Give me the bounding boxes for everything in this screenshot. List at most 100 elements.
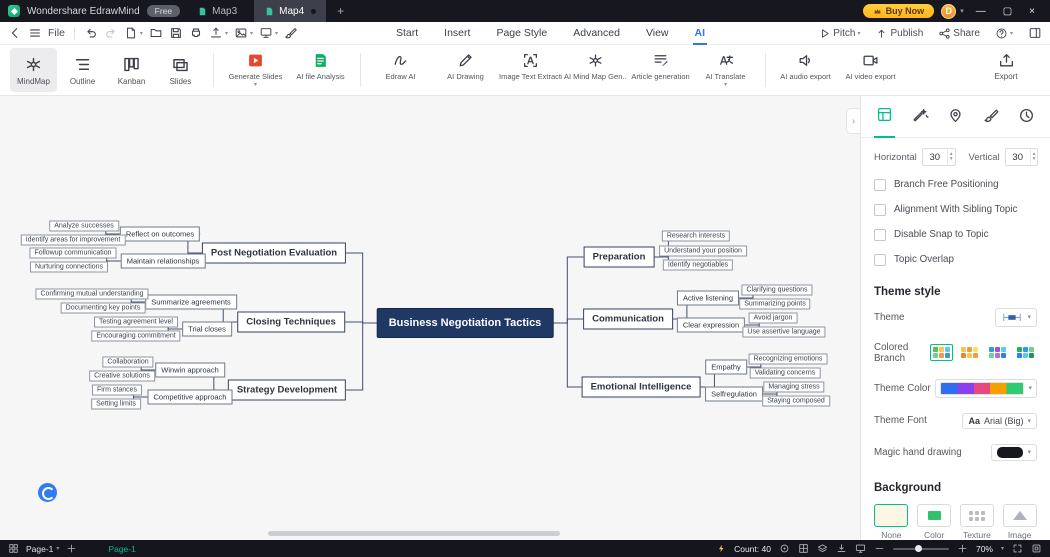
mindmap-node-confirming[interactable]: Confirming mutual understanding [35,288,149,300]
open-file-icon[interactable] [149,26,163,40]
checkbox-row-alignment-with-sibling-topic[interactable]: Alignment With Sibling Topic [861,197,1050,222]
mindmap-node-competitive[interactable]: Competitive approach [147,389,233,405]
download-icon[interactable] [836,543,847,554]
format-painter-icon[interactable] [284,26,298,40]
pitch-button[interactable]: Pitch ▾ [818,27,860,40]
mindmap-node-trial[interactable]: Trial closes [182,321,232,337]
checkbox[interactable] [874,203,886,216]
edraw-ai-button[interactable]: Edraw AI [368,47,433,93]
undo-icon[interactable] [84,26,98,40]
doc-tab-map4[interactable]: Map4 [254,0,327,22]
file-menu[interactable]: File [48,27,65,39]
avatar[interactable]: D [941,3,957,19]
mindmap-node-prep[interactable]: Preparation [583,246,655,268]
zoom-out-button[interactable] [874,543,885,554]
mindmap-node-validating[interactable]: Validating concerns [749,367,821,379]
back-icon[interactable] [8,26,22,40]
mindmap-node-creative[interactable]: Creative solutions [89,370,155,382]
mindmap-node-encouraging[interactable]: Encouraging commitment [91,330,181,342]
zoom-level[interactable]: 70% [976,544,993,554]
zoom-slider-thumb[interactable] [914,545,922,552]
colored-branch-option-2[interactable] [958,344,981,361]
ai-audio-export-button[interactable]: AI audio export [773,47,838,93]
checkbox[interactable] [874,228,886,241]
checkbox[interactable] [874,253,886,266]
mindmap-node-ct[interactable]: Closing Techniques [237,311,345,333]
fullscreen-icon[interactable] [1031,543,1042,554]
panel-collapse-button[interactable]: › [846,108,860,134]
colored-branch-option-1[interactable] [930,344,953,361]
mindmap-node-understand[interactable]: Understand your position [659,245,747,257]
mindmap-node-jargon[interactable]: Avoid jargon [748,312,798,324]
active-page-indicator[interactable]: Page-1 [108,544,135,554]
mindmap-node-summarize[interactable]: Summarize agreements [145,294,237,310]
theme-font-dropdown[interactable]: Aa Arial (Big) ▾ [962,412,1037,429]
history-panel-tab[interactable] [1016,107,1037,137]
chevron-down-icon[interactable]: ▾ [960,7,964,15]
mindmap-node-analyze[interactable]: Analyze successes [49,220,119,232]
mindmap-node-iafi[interactable]: Identify areas for improvement [20,234,126,246]
zoom-in-button[interactable] [957,543,968,554]
checkbox[interactable] [874,178,886,191]
mindmap-node-pne[interactable]: Post Negotiation Evaluation [201,242,347,264]
publish-button[interactable]: Publish [875,27,923,40]
mindmap-node-testing[interactable]: Testing agreement level [94,316,178,328]
mindmap-node-central[interactable]: Business Negotiation Tactics [376,308,554,338]
article-generation-button[interactable]: Article generation [628,47,693,93]
checkbox-row-topic-overlap[interactable]: Topic Overlap [861,247,1050,272]
mindmap-node-empathy[interactable]: Empathy [705,359,747,375]
buy-now-button[interactable]: Buy Now [862,4,935,18]
mindmap-node-clarifying[interactable]: Clarifying questions [741,284,813,296]
ai-mind-map-generation-button[interactable]: AI Mind Map Gen... [563,47,628,93]
magic-hand-dropdown[interactable]: ▾ [991,443,1037,461]
page-thumbnails-icon[interactable] [8,543,19,554]
background-option-image[interactable]: Image [1002,504,1037,540]
help-button[interactable]: ▾ [995,27,1013,40]
mindmap-node-documenting[interactable]: Documenting key points [60,302,146,314]
mindmap-node-clear[interactable]: Clear expression [676,317,746,333]
theme-panel-tab[interactable] [981,107,1002,137]
canvas-horizontal-scrollbar[interactable] [268,531,560,536]
mindmap-canvas[interactable]: Business Negotiation Tactics Preparation C… [0,96,860,540]
mindmap-node-sumpoints[interactable]: Summarizing points [739,298,811,310]
new-document-tab-button[interactable]: + [333,4,348,18]
layout-panel-tab[interactable] [874,106,895,138]
checkbox-row-disable-snap-to-topic[interactable]: Disable Snap to Topic [861,222,1050,247]
view-mode-outline[interactable]: Outline [59,48,106,92]
colored-branch-option-3[interactable] [986,344,1009,361]
page-tab[interactable]: Page-1 ▾ [26,544,59,554]
ai-video-export-button[interactable]: AI video export [838,47,903,93]
toggle-panel-icon[interactable] [1028,26,1042,40]
generate-slides-button[interactable]: Generate Slides ▾ [223,47,288,93]
mindmap-node-staying[interactable]: Staying composed [762,395,830,407]
ai-translate-button[interactable]: AI Translate ▾ [693,47,758,93]
fit-to-screen-icon[interactable] [1012,543,1023,554]
horizontal-spacing-stepper[interactable]: 30 ▴ ▾ [921,148,956,166]
add-page-button[interactable] [66,543,77,554]
maximize-button[interactable]: ▢ [998,6,1017,17]
doc-tab-map3[interactable]: Map3 [187,0,247,22]
mindmap-node-nurturing[interactable]: Nurturing connections [29,261,109,273]
mindmap-node-active[interactable]: Active listening [676,290,740,306]
background-option-color[interactable]: Color [917,504,952,540]
ribbon-tab-insert[interactable]: Insert [444,23,470,43]
mindmap-node-reflect[interactable]: Reflect on outcomes [119,226,201,242]
position-panel-tab[interactable] [945,107,966,137]
ribbon-tab-view[interactable]: View [646,23,669,43]
colored-branch-option-4[interactable] [1014,344,1037,361]
ribbon-tab-start[interactable]: Start [396,23,418,43]
print-icon[interactable] [189,26,203,40]
export-button[interactable]: Export [980,47,1032,93]
mindmap-node-winwin[interactable]: Winwin approach [155,362,225,378]
zoom-slider[interactable] [892,545,949,552]
ai-file-analysis-button[interactable]: AI file Analysis [288,47,353,93]
mindmap-node-assertive[interactable]: Use assertive language [742,326,826,338]
redo-icon[interactable] [104,26,118,40]
background-option-none[interactable]: None [874,504,909,540]
image-text-extraction-button[interactable]: Image Text Extracti... [498,47,563,93]
mindmap-node-ei[interactable]: Emotional Intelligence [581,376,701,398]
background-option-texture[interactable]: Texture [959,504,995,540]
mindmap-node-negotiables[interactable]: Identify negotiables [662,259,734,271]
mindmap-node-collaboration[interactable]: Collaboration [102,356,154,368]
view-mode-mindmap[interactable]: MindMap [10,48,57,92]
